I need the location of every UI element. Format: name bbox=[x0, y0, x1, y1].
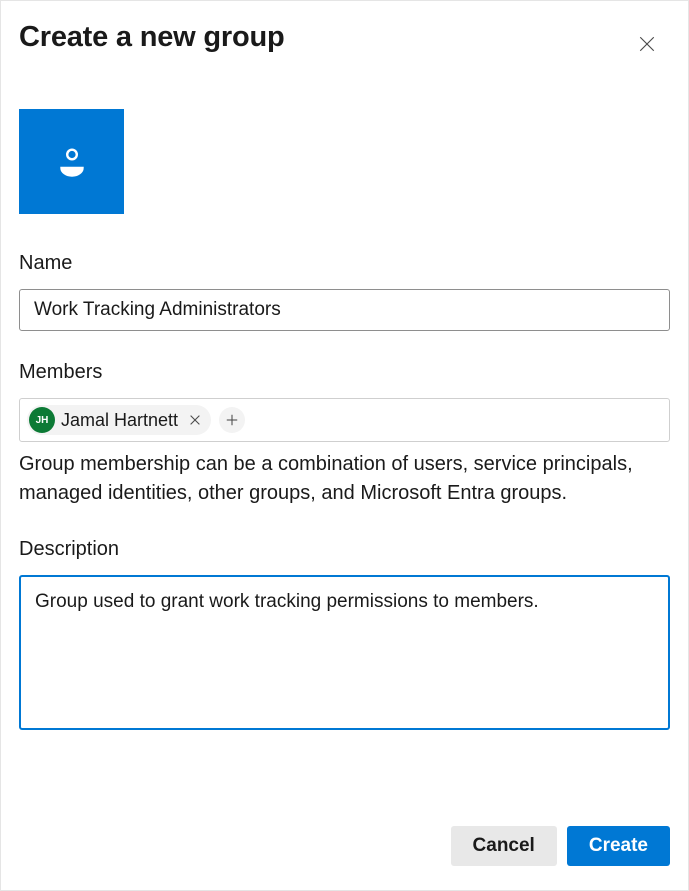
name-field-group: Name bbox=[19, 252, 670, 331]
description-label: Description bbox=[19, 538, 670, 561]
remove-member-button[interactable] bbox=[186, 411, 204, 429]
member-name: Jamal Hartnett bbox=[61, 410, 180, 431]
close-button[interactable] bbox=[632, 29, 662, 59]
person-icon bbox=[54, 144, 90, 180]
members-input-box[interactable]: JH Jamal Hartnett bbox=[19, 398, 670, 442]
dialog-header: Create a new group bbox=[19, 21, 670, 59]
close-icon bbox=[638, 35, 656, 53]
group-avatar-tile[interactable] bbox=[19, 109, 124, 214]
description-textarea[interactable] bbox=[19, 575, 670, 730]
description-field-group: Description bbox=[19, 538, 670, 735]
name-input[interactable] bbox=[19, 289, 670, 331]
dialog-footer: Cancel Create bbox=[19, 826, 670, 870]
member-avatar: JH bbox=[29, 407, 55, 433]
add-member-button[interactable] bbox=[219, 407, 245, 433]
members-help-text: Group membership can be a combination of… bbox=[19, 450, 670, 508]
members-label: Members bbox=[19, 361, 670, 384]
create-group-dialog: Create a new group Name Members JH Jamal… bbox=[1, 1, 688, 890]
plus-icon bbox=[225, 413, 239, 427]
member-chip: JH Jamal Hartnett bbox=[27, 405, 211, 435]
create-button[interactable]: Create bbox=[567, 826, 670, 866]
members-field-group: Members JH Jamal Hartnett Group memb bbox=[19, 361, 670, 508]
name-label: Name bbox=[19, 252, 670, 275]
cancel-button[interactable]: Cancel bbox=[451, 826, 557, 866]
close-icon bbox=[188, 413, 202, 427]
dialog-title: Create a new group bbox=[19, 21, 285, 54]
